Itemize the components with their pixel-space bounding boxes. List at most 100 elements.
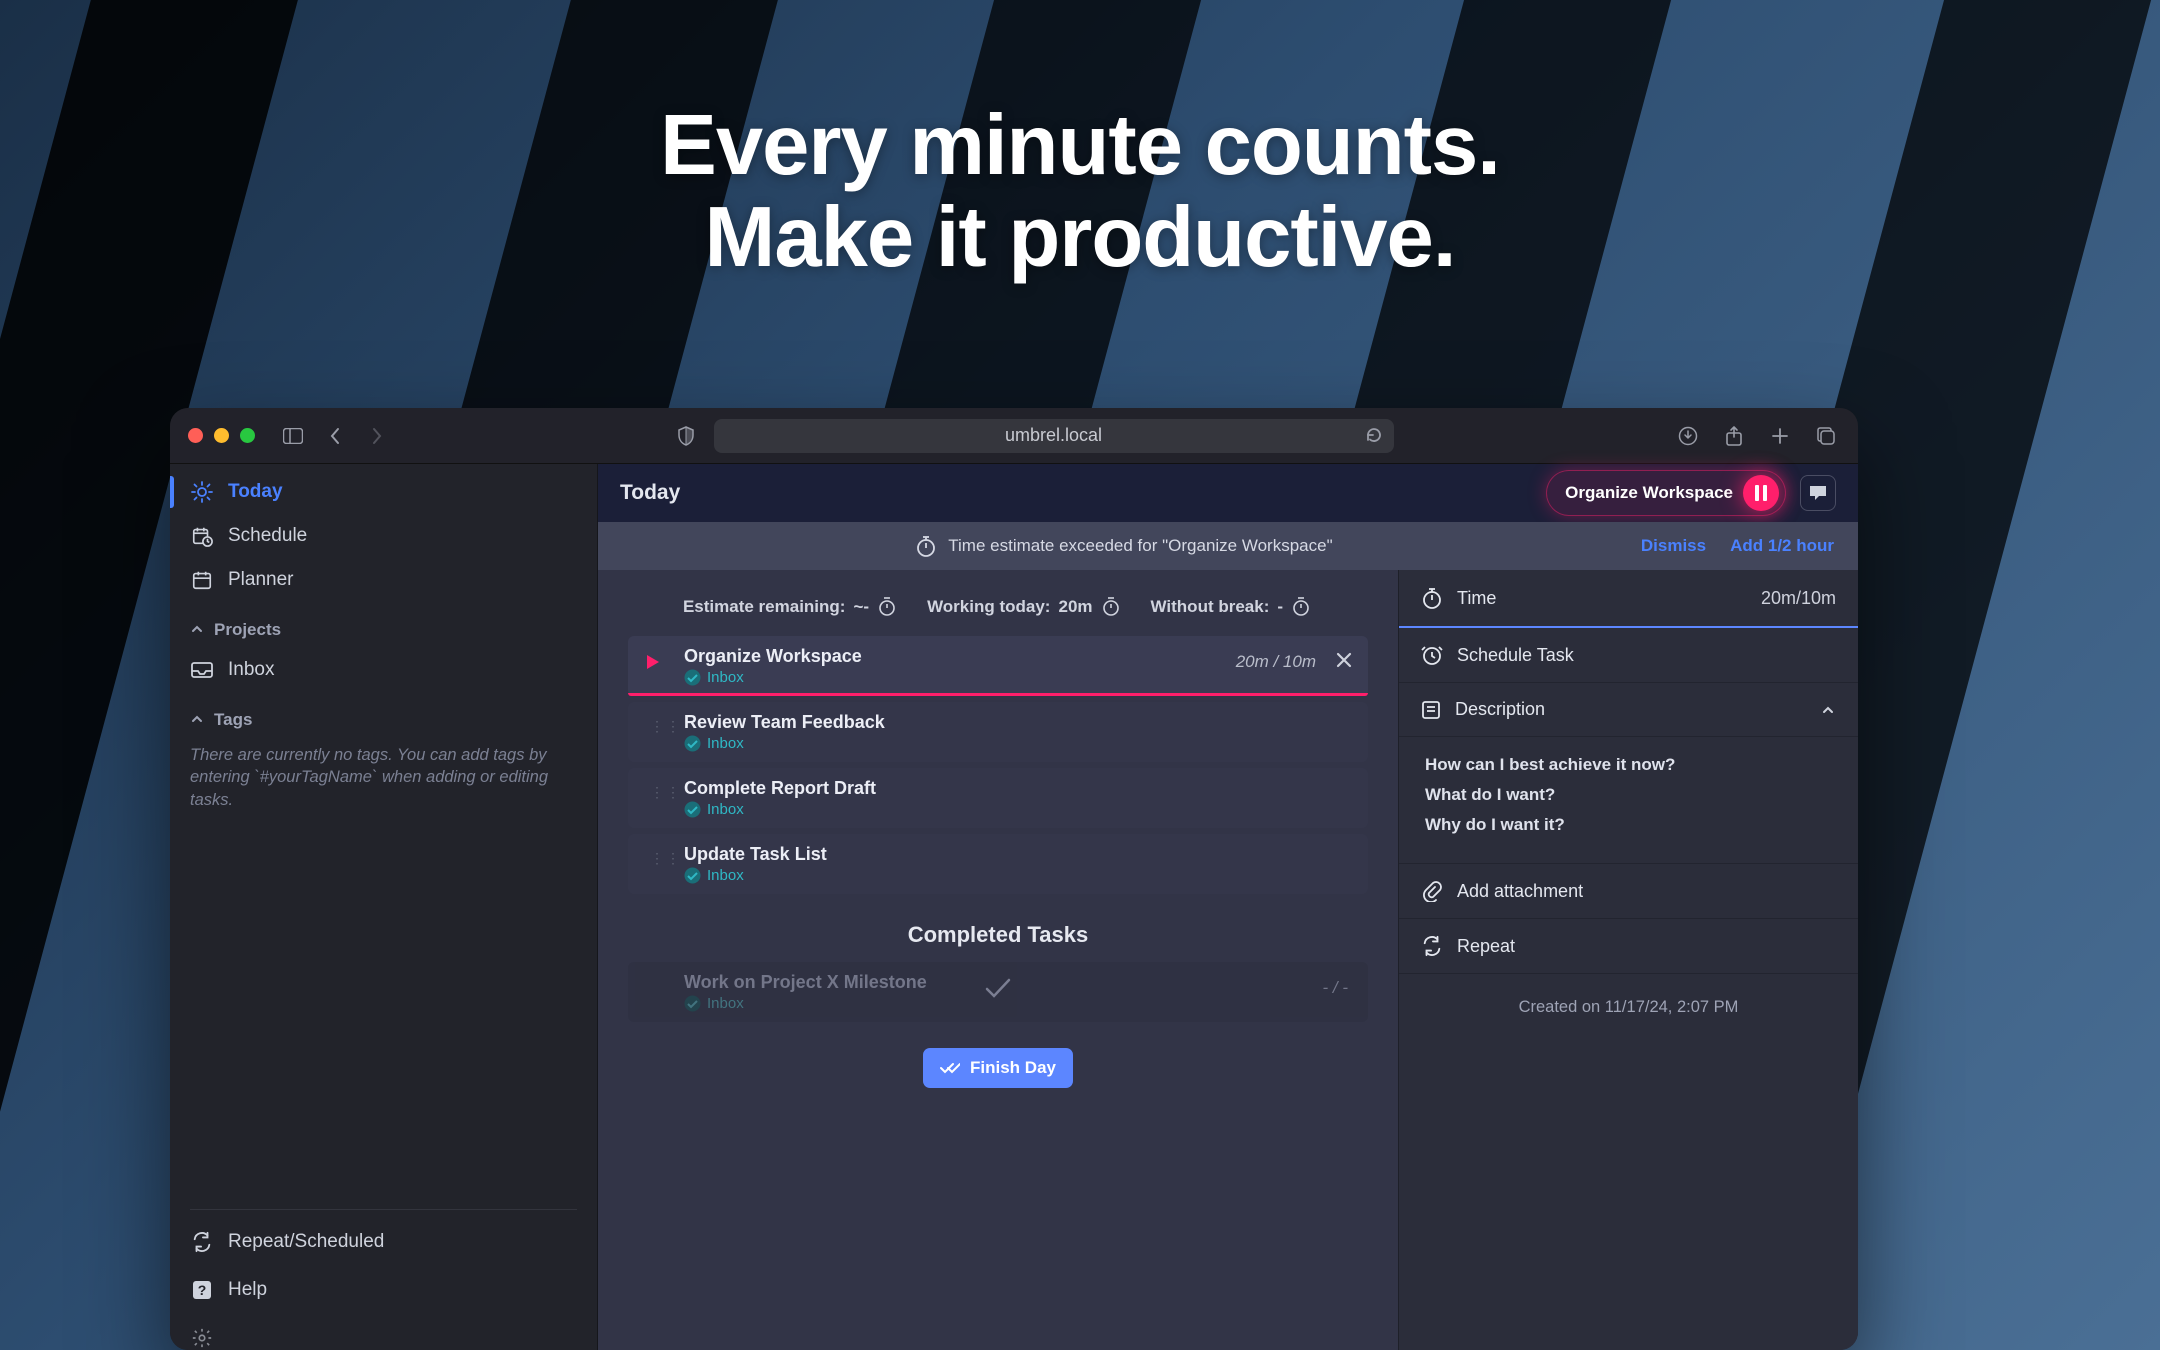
task-time: - / - (1323, 978, 1349, 998)
project-inbox[interactable]: Inbox (170, 648, 597, 692)
drag-handle-icon[interactable]: ⋮⋮ (650, 718, 682, 735)
stopwatch-icon (916, 535, 936, 557)
task-row[interactable]: Organize Workspace Inbox 20m / 10m (628, 636, 1368, 696)
nav-forward-icon[interactable] (363, 422, 391, 450)
minimize-window-icon[interactable] (214, 428, 229, 443)
panel-repeat-row[interactable]: Repeat (1399, 919, 1858, 974)
tags-header-label: Tags (214, 710, 252, 730)
without-break-value: - (1277, 597, 1283, 617)
desc-question: Why do I want it? (1425, 815, 1832, 835)
hero-line1: Every minute counts. (0, 100, 2160, 192)
sidebar-toggle-icon[interactable] (279, 422, 307, 450)
inbox-chip-icon (684, 801, 701, 818)
task-time: 20m / 10m (1236, 652, 1316, 672)
desc-question: How can I best achieve it now? (1425, 755, 1832, 775)
task-title: Review Team Feedback (684, 712, 1352, 733)
panel-attachment-row[interactable]: Add attachment (1399, 864, 1858, 919)
maximize-window-icon[interactable] (240, 428, 255, 443)
download-icon[interactable] (1674, 422, 1702, 450)
panel-time-label: Time (1457, 588, 1496, 609)
task-project: Inbox (707, 801, 744, 818)
inbox-chip-icon (684, 669, 701, 686)
est-remaining-label: Estimate remaining: (683, 597, 846, 617)
window-controls[interactable] (188, 428, 255, 443)
panel-schedule-label: Schedule Task (1457, 645, 1574, 666)
est-remaining-value: ~- (853, 597, 869, 617)
task-project: Inbox (707, 669, 744, 686)
sun-icon (190, 480, 214, 504)
drag-handle-icon[interactable]: ⋮⋮ (650, 850, 682, 867)
task-row[interactable]: ⋮⋮ Review Team Feedback Inbox (628, 702, 1368, 762)
stopwatch-icon (1291, 596, 1313, 618)
check-icon (983, 976, 1013, 1000)
inbox-chip-icon (684, 867, 701, 884)
alert-add-half-hour[interactable]: Add 1/2 hour (1730, 536, 1834, 556)
nav-repeat-scheduled[interactable]: Repeat/Scheduled (170, 1218, 597, 1266)
sidebar-divider (190, 1209, 577, 1210)
pause-button[interactable] (1743, 475, 1779, 511)
nav-settings-partial[interactable] (170, 1314, 597, 1350)
panel-description-label: Description (1455, 699, 1545, 720)
tags-section-toggle[interactable]: Tags (170, 692, 597, 738)
task-project: Inbox (707, 735, 744, 752)
calendar-clock-icon (190, 524, 214, 548)
address-bar[interactable]: umbrel.local (714, 419, 1394, 453)
new-tab-icon[interactable] (1766, 422, 1794, 450)
gear-icon (190, 1326, 214, 1350)
panel-schedule-row[interactable]: Schedule Task (1399, 628, 1858, 683)
remove-task-button[interactable] (1334, 650, 1354, 670)
chevron-up-icon (1820, 702, 1836, 718)
repeat-icon (1421, 935, 1443, 957)
nav-schedule[interactable]: Schedule (170, 514, 597, 558)
task-title: Update Task List (684, 844, 1352, 865)
finish-day-button[interactable]: Finish Day (923, 1048, 1073, 1088)
completed-task-row[interactable]: Work on Project X Milestone Inbox - / - (628, 962, 1368, 1022)
shield-icon[interactable] (672, 422, 700, 450)
created-timestamp: Created on 11/17/24, 2:07 PM (1399, 974, 1858, 1041)
project-inbox-label: Inbox (228, 659, 274, 681)
nav-today[interactable]: Today (170, 470, 597, 514)
working-today-label: Working today: (927, 597, 1050, 617)
sidebar: Today Schedule Planner (170, 464, 598, 1350)
comments-button[interactable] (1800, 475, 1836, 511)
share-icon[interactable] (1720, 422, 1748, 450)
tags-empty-help: There are currently no tags. You can add… (170, 738, 597, 831)
alarm-icon (1421, 644, 1443, 666)
nav-planner-label: Planner (228, 569, 294, 591)
close-window-icon[interactable] (188, 428, 203, 443)
estimate-summary: Estimate remaining: ~- Working today: 20… (628, 588, 1368, 636)
alert-dismiss[interactable]: Dismiss (1641, 536, 1706, 556)
nav-help-label: Help (228, 1279, 267, 1301)
task-title: Work on Project X Milestone (684, 972, 1352, 993)
task-title: Complete Report Draft (684, 778, 1352, 799)
svg-text:?: ? (198, 1282, 207, 1298)
projects-section-toggle[interactable]: Projects (170, 602, 597, 648)
app-root: Today Schedule Planner (170, 464, 1858, 1350)
browser-window: umbrel.local (170, 408, 1858, 1350)
browser-chrome: umbrel.local (170, 408, 1858, 464)
panel-description-toggle[interactable]: Description (1399, 683, 1858, 737)
play-icon (646, 654, 660, 670)
projects-header-label: Projects (214, 620, 281, 640)
panel-attachment-label: Add attachment (1457, 881, 1583, 902)
url-text: umbrel.local (1005, 425, 1102, 446)
active-task-chip[interactable]: Organize Workspace (1546, 470, 1786, 516)
double-check-icon (940, 1061, 960, 1075)
nav-planner[interactable]: Planner (170, 558, 597, 602)
main-content: Today Organize Workspace Time (598, 464, 1858, 1350)
stopwatch-icon (1421, 586, 1443, 610)
task-row[interactable]: ⋮⋮ Complete Report Draft Inbox (628, 768, 1368, 828)
comment-icon (1808, 484, 1828, 502)
page-title: Today (620, 481, 680, 505)
nav-help[interactable]: ? Help (170, 1266, 597, 1314)
task-column: Estimate remaining: ~- Working today: 20… (598, 570, 1398, 1350)
nav-back-icon[interactable] (321, 422, 349, 450)
refresh-icon[interactable] (1364, 425, 1384, 445)
time-exceeded-alert: Time estimate exceeded for "Organize Wor… (598, 522, 1858, 570)
task-row[interactable]: ⋮⋮ Update Task List Inbox (628, 834, 1368, 894)
drag-handle-icon[interactable]: ⋮⋮ (650, 784, 682, 801)
panel-time-row[interactable]: Time 20m/10m (1399, 570, 1858, 628)
description-content[interactable]: How can I best achieve it now? What do I… (1399, 737, 1858, 864)
tabs-overview-icon[interactable] (1812, 422, 1840, 450)
working-today-value: 20m (1058, 597, 1092, 617)
